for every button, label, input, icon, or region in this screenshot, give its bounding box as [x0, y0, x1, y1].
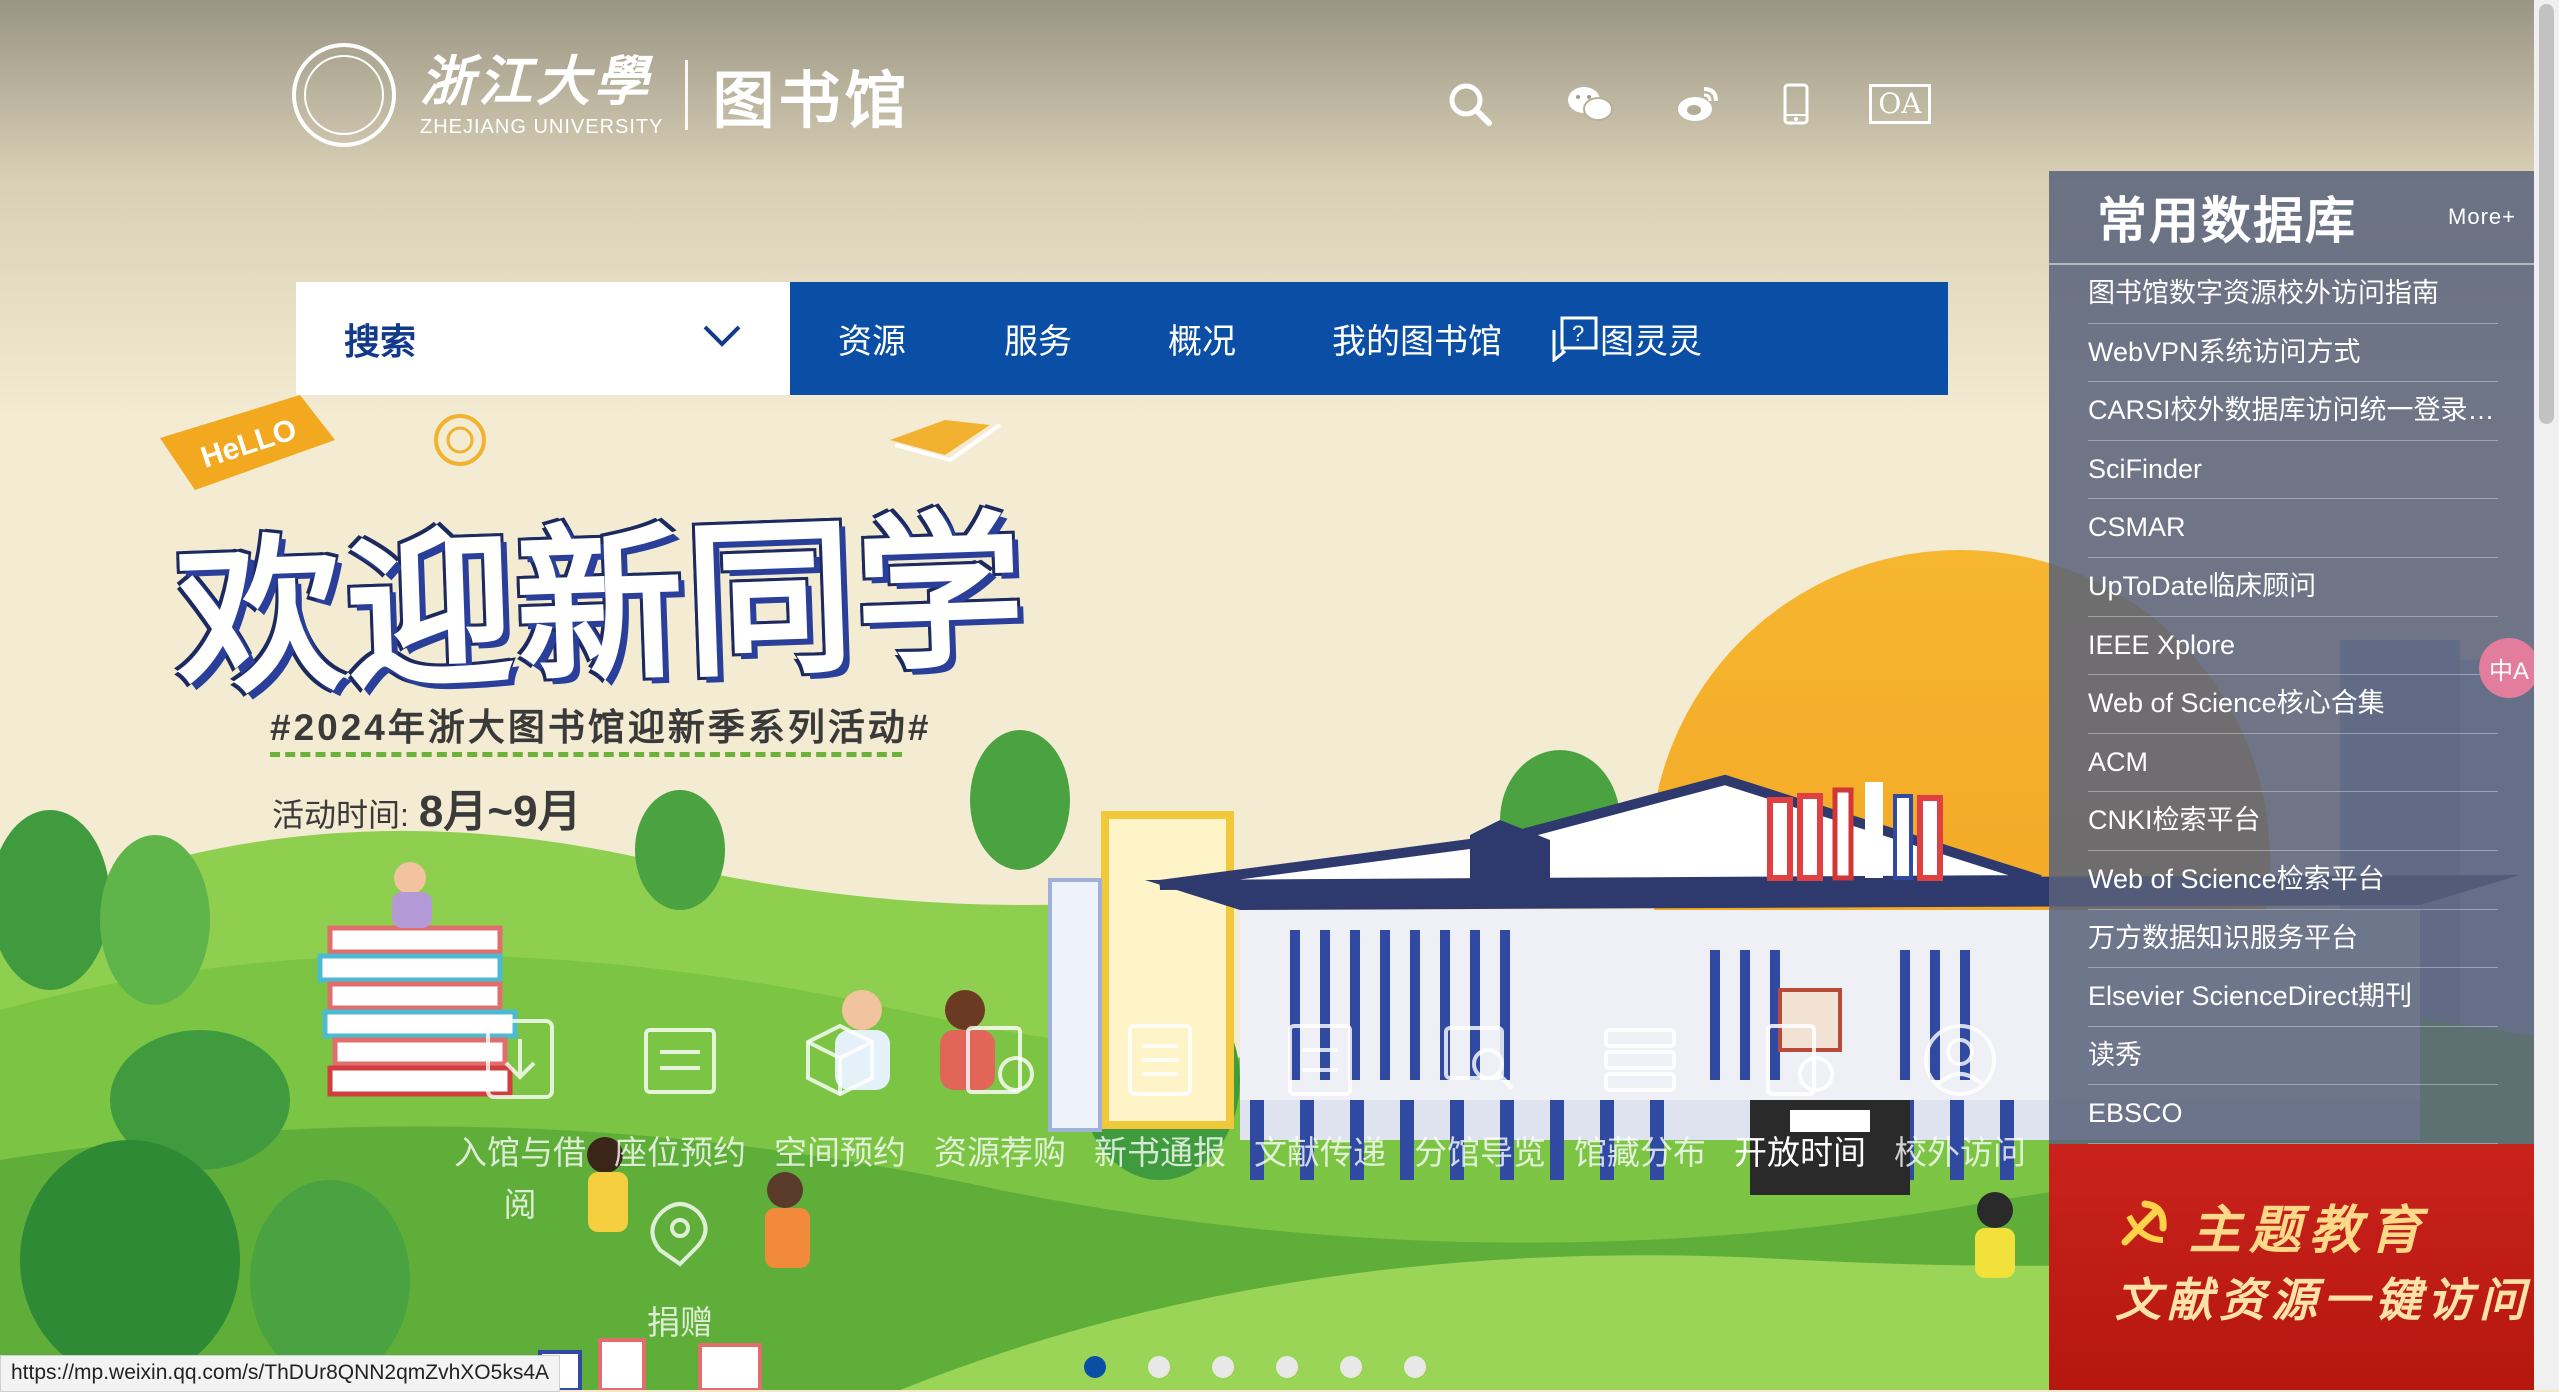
database-link[interactable]: SciFinder	[2088, 441, 2498, 500]
nav-tulingling-label: 图灵灵	[1600, 323, 1702, 361]
collection-icon	[1595, 1015, 1685, 1105]
quick-link-hours[interactable]: 开放时间	[1720, 1015, 1880, 1179]
database-link[interactable]: CARSI校外数据库访问统一登录平...	[2088, 382, 2498, 441]
database-link[interactable]: 读秀	[2088, 1027, 2498, 1086]
seat-icon	[635, 1015, 725, 1105]
quick-link-collection[interactable]: 馆藏分布	[1560, 1015, 1720, 1179]
banner-period: 活动时间: 8月~9月	[272, 775, 582, 839]
header-toolbar: OA	[1440, 76, 1931, 132]
database-link[interactable]: CSMAR	[2088, 499, 2498, 558]
carousel-dot[interactable]	[1340, 1356, 1362, 1378]
page-scrollbar[interactable]	[2534, 0, 2559, 1390]
scrollbar-thumb[interactable]	[2539, 4, 2554, 424]
database-link[interactable]: CNKI检索平台	[2088, 792, 2498, 851]
carousel-dot[interactable]	[1404, 1356, 1426, 1378]
carousel-dot[interactable]	[1084, 1356, 1106, 1378]
chat-bot-icon: ?	[1552, 316, 1598, 362]
svg-text:?: ?	[1572, 321, 1584, 346]
database-link[interactable]: Web of Science核心合集	[2088, 675, 2498, 734]
quick-link-guide[interactable]: 分馆导览	[1400, 1015, 1560, 1179]
university-name-en: ZHEJIANG UNIVERSITY	[420, 116, 664, 138]
quick-link-label: 空间预约	[774, 1134, 906, 1171]
quick-link-label: 分馆导览	[1414, 1134, 1546, 1171]
space-icon	[795, 1015, 885, 1105]
quick-link-purchase[interactable]: 资源荐购	[920, 1015, 1080, 1179]
banner-hashtag: #2024年浙大图书馆迎新季系列活动#	[270, 707, 932, 748]
database-link[interactable]: 图书馆数字资源校外访问指南	[2088, 265, 2498, 324]
nav-tulingling[interactable]: ? 图灵灵	[1550, 314, 1702, 363]
main-nav: 资源 服务 概况 我的图书馆 ? 图灵灵	[790, 282, 1948, 395]
search-icon[interactable]	[1440, 76, 1500, 132]
promo-line-2: 文献资源一键访问	[2115, 1274, 2531, 1326]
carousel-dot[interactable]	[1148, 1356, 1170, 1378]
quick-link-label: 座位预约	[614, 1134, 746, 1171]
carousel-dot[interactable]	[1276, 1356, 1298, 1378]
database-link[interactable]: IEEE Xplore	[2088, 617, 2498, 676]
wechat-icon[interactable]	[1560, 76, 1620, 132]
nav-my-library[interactable]: 我的图书馆	[1332, 314, 1502, 363]
quick-link-remote[interactable]: 校外访问	[1880, 1015, 2040, 1179]
quick-links: 入馆与借阅 座位预约 空间预约 资源荐购 新书通报 文献传递 分馆导览 馆藏分布…	[440, 1015, 2040, 1345]
search-dropdown[interactable]: 搜索	[296, 282, 790, 395]
quick-link-label: 开放时间	[1734, 1134, 1866, 1171]
more-link[interactable]: More+	[2448, 204, 2516, 230]
period-label: 活动时间:	[272, 797, 409, 833]
guide-icon	[1435, 1015, 1525, 1105]
quick-link-label: 文献传递	[1254, 1134, 1386, 1171]
database-link[interactable]: UpToDate临床顾问	[2088, 558, 2498, 617]
database-link[interactable]: WebVPN系统访问方式	[2088, 324, 2498, 383]
party-emblem-icon	[2121, 1200, 2167, 1246]
oa-icon[interactable]: OA	[1869, 76, 1931, 132]
quick-link-donate[interactable]: 捐赠	[600, 1185, 760, 1349]
promo-line-1: 主题教育	[2189, 1202, 2430, 1260]
database-link[interactable]: Web of Science检索平台	[2088, 851, 2498, 910]
quick-link-label: 资源荐购	[934, 1134, 1066, 1171]
logo-divider	[685, 60, 689, 130]
university-seal-icon	[292, 43, 396, 147]
mobile-icon[interactable]	[1766, 76, 1826, 132]
browser-status-url: https://mp.weixin.qq.com/s/ThDUr8QNN2qmZ…	[0, 1355, 561, 1392]
quick-link-label: 馆藏分布	[1574, 1134, 1706, 1171]
theme-education-banner[interactable]: 主题教育 文献资源一键访问	[2049, 1144, 2534, 1390]
quick-link-label: 捐赠	[647, 1304, 713, 1341]
newbook-icon	[1115, 1015, 1205, 1105]
quick-link-label: 入馆与借阅	[454, 1134, 586, 1223]
hours-icon	[1755, 1015, 1845, 1105]
quick-link-space[interactable]: 空间预约	[760, 1015, 920, 1179]
search-label: 搜索	[344, 320, 417, 362]
quick-link-label: 新书通报	[1094, 1134, 1226, 1171]
delivery-icon	[1275, 1015, 1365, 1105]
banner-title: 欢迎新同学	[172, 493, 1029, 719]
library-name: 图书馆	[712, 67, 911, 136]
database-link[interactable]: EBSCO	[2088, 1085, 2498, 1144]
nav-resources[interactable]: 资源	[838, 314, 906, 363]
site-logo[interactable]: 浙江大學 ZHEJIANG UNIVERSITY 图书馆	[292, 40, 911, 150]
nav-overview[interactable]: 概况	[1168, 314, 1236, 363]
quick-link-borrow[interactable]: 入馆与借阅	[440, 1015, 600, 1231]
nav-services[interactable]: 服务	[1004, 314, 1072, 363]
database-link[interactable]: ACM	[2088, 734, 2498, 793]
donate-icon	[635, 1185, 725, 1275]
university-name-cn: 浙江大學	[420, 49, 652, 113]
banner-divider	[270, 752, 902, 757]
database-panel: 常用数据库 More+ 图书馆数字资源校外访问指南 WebVPN系统访问方式 C…	[2049, 171, 2534, 1144]
carousel-dots	[1084, 1356, 1468, 1378]
quick-link-seat[interactable]: 座位预约	[600, 1015, 760, 1179]
translate-button[interactable]: 中A	[2479, 638, 2539, 698]
carousel-dot[interactable]	[1212, 1356, 1234, 1378]
database-link[interactable]: Elsevier ScienceDirect期刊	[2088, 968, 2498, 1027]
borrow-icon	[475, 1015, 565, 1105]
database-panel-title: 常用数据库	[2097, 193, 2357, 249]
quick-link-label: 校外访问	[1894, 1134, 2026, 1171]
purchase-icon	[955, 1015, 1045, 1105]
remote-icon	[1915, 1015, 2005, 1105]
chevron-down-icon	[702, 324, 742, 353]
oa-label: OA	[1869, 84, 1931, 124]
quick-link-newbook[interactable]: 新书通报	[1080, 1015, 1240, 1179]
period-value: 8月~9月	[418, 787, 582, 836]
database-link[interactable]: 万方数据知识服务平台	[2088, 910, 2498, 969]
weibo-icon[interactable]	[1668, 76, 1728, 132]
quick-link-delivery[interactable]: 文献传递	[1240, 1015, 1400, 1179]
